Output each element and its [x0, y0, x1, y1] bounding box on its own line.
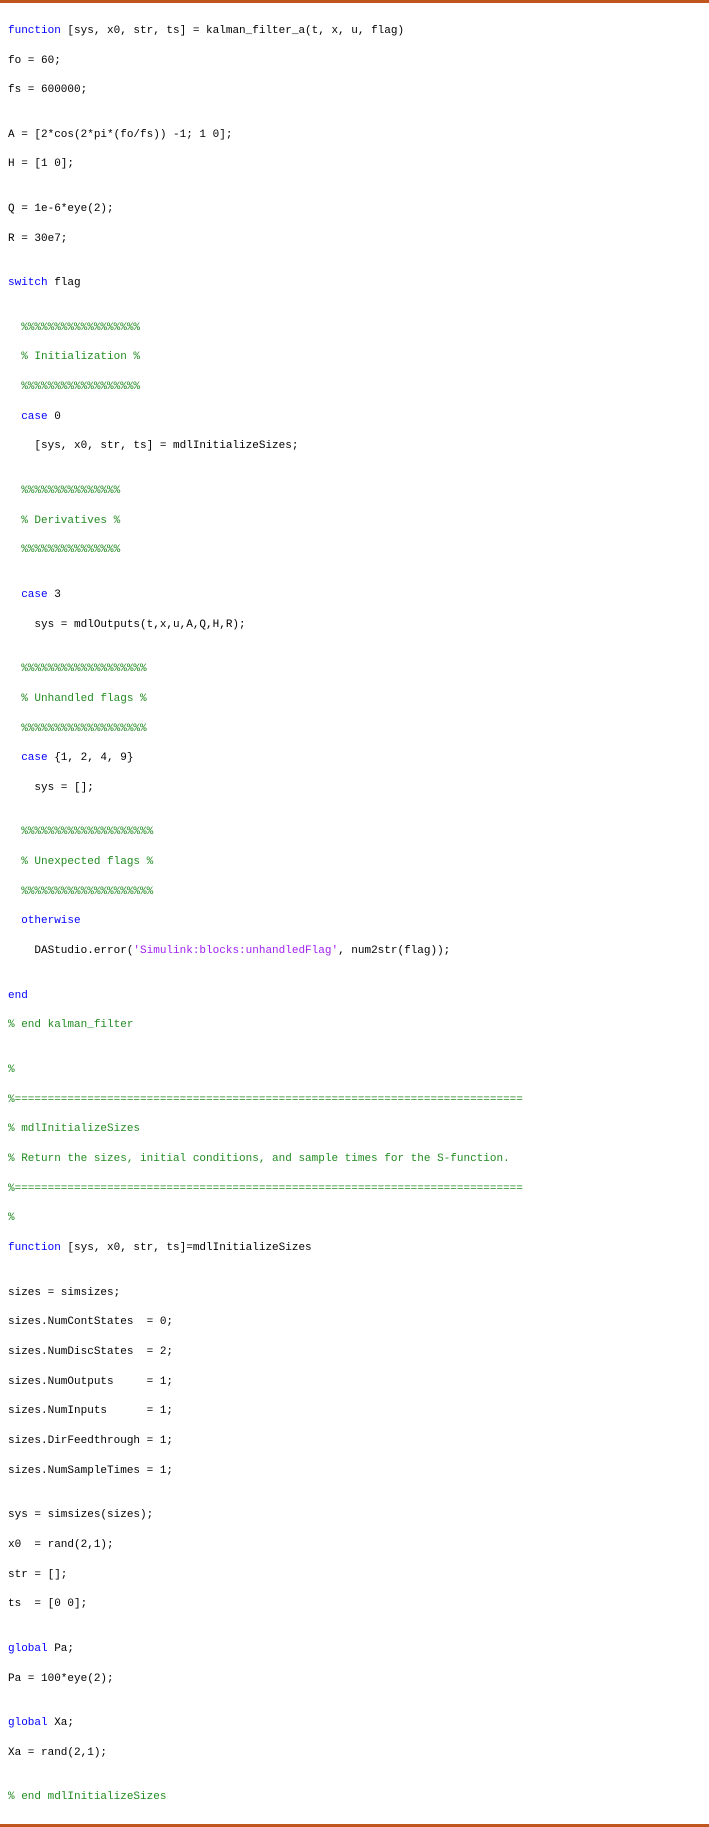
- code-line: global Xa;: [8, 1716, 701, 1731]
- code-line: otherwise: [8, 914, 701, 929]
- comment-line: % mdlInitializeSizes: [8, 1122, 701, 1137]
- keyword-function: function: [8, 25, 61, 37]
- code-line: sys = [];: [8, 781, 701, 796]
- code-line: ts = [0 0];: [8, 1597, 701, 1612]
- comment-line: %%%%%%%%%%%%%%%%%%%: [8, 722, 701, 737]
- comment-line: % end mdlInitializeSizes: [8, 1790, 701, 1805]
- comment-line: %: [8, 1063, 701, 1078]
- code-text: [sys, x0, str, ts]=mdlInitializeSizes: [61, 1242, 312, 1254]
- code-text: {1, 2, 4, 9}: [48, 752, 134, 764]
- code-indent: [8, 411, 21, 423]
- keyword-function: function: [8, 1242, 61, 1254]
- code-line: Q = 1e-6*eye(2);: [8, 202, 701, 217]
- code-line: Xa = rand(2,1);: [8, 1746, 701, 1761]
- code-text: 3: [48, 589, 61, 601]
- code-line: case 0: [8, 410, 701, 425]
- code-line: sizes.NumInputs = 1;: [8, 1404, 701, 1419]
- code-line: sizes.NumContStates = 0;: [8, 1315, 701, 1330]
- code-indent: [8, 589, 21, 601]
- comment-line: %%%%%%%%%%%%%%%%%%%%: [8, 825, 701, 840]
- code-line: A = [2*cos(2*pi*(fo/fs)) -1; 1 0];: [8, 128, 701, 143]
- comment-line: %%%%%%%%%%%%%%%%%%: [8, 380, 701, 395]
- code-line: Pa = 100*eye(2);: [8, 1672, 701, 1687]
- code-line: [sys, x0, str, ts] = mdlInitializeSizes;: [8, 439, 701, 454]
- keyword-case: case: [21, 411, 47, 423]
- comment-line: % Derivatives %: [8, 514, 701, 529]
- code-line: case 3: [8, 588, 701, 603]
- string-literal: 'Simulink:blocks:unhandledFlag': [133, 945, 338, 957]
- code-line: sizes = simsizes;: [8, 1286, 701, 1301]
- code-line: sys = simsizes(sizes);: [8, 1508, 701, 1523]
- keyword-otherwise: otherwise: [21, 915, 80, 927]
- comment-line: % end kalman_filter: [8, 1018, 701, 1033]
- code-line: function [sys, x0, str, ts]=mdlInitializ…: [8, 1241, 701, 1256]
- code-text: flag: [48, 277, 81, 289]
- code-line: fs = 600000;: [8, 83, 701, 98]
- keyword-case: case: [21, 589, 47, 601]
- code-line: function [sys, x0, str, ts] = kalman_fil…: [8, 24, 701, 39]
- code-line: sys = mdlOutputs(t,x,u,A,Q,H,R);: [8, 618, 701, 633]
- code-line: sizes.NumSampleTimes = 1;: [8, 1464, 701, 1479]
- code-text: 0: [48, 411, 61, 423]
- code-line: DAStudio.error('Simulink:blocks:unhandle…: [8, 944, 701, 959]
- comment-line: % Unexpected flags %: [8, 855, 701, 870]
- code-line: sizes.DirFeedthrough = 1;: [8, 1434, 701, 1449]
- code-text: , num2str(flag));: [338, 945, 450, 957]
- code-line: switch flag: [8, 276, 701, 291]
- code-line: sizes.NumOutputs = 1;: [8, 1375, 701, 1390]
- code-line: sizes.NumDiscStates = 2;: [8, 1345, 701, 1360]
- comment-line: %: [8, 1211, 701, 1226]
- code-indent: [8, 752, 21, 764]
- code-text: [sys, x0, str, ts] = kalman_filter_a(t, …: [61, 25, 404, 37]
- comment-line: %%%%%%%%%%%%%%%: [8, 484, 701, 499]
- code-line: fo = 60;: [8, 54, 701, 69]
- comment-line: %%%%%%%%%%%%%%%%%%: [8, 321, 701, 336]
- comment-line: %=======================================…: [8, 1093, 701, 1108]
- code-line: global Pa;: [8, 1642, 701, 1657]
- comment-line: %%%%%%%%%%%%%%%%%%%%: [8, 885, 701, 900]
- code-text: Pa;: [48, 1643, 74, 1655]
- comment-line: % Return the sizes, initial conditions, …: [8, 1152, 701, 1167]
- keyword-end: end: [8, 989, 701, 1004]
- keyword-global: global: [8, 1717, 48, 1729]
- comment-line: %%%%%%%%%%%%%%%%%%%: [8, 662, 701, 677]
- code-block: function [sys, x0, str, ts] = kalman_fil…: [0, 0, 709, 1827]
- code-text: Xa;: [48, 1717, 74, 1729]
- comment-line: %%%%%%%%%%%%%%%: [8, 543, 701, 558]
- keyword-global: global: [8, 1643, 48, 1655]
- code-line: x0 = rand(2,1);: [8, 1538, 701, 1553]
- code-line: H = [1 0];: [8, 157, 701, 172]
- keyword-case: case: [21, 752, 47, 764]
- code-indent: [8, 915, 21, 927]
- comment-line: % Initialization %: [8, 350, 701, 365]
- comment-line: % Unhandled flags %: [8, 692, 701, 707]
- keyword-switch: switch: [8, 277, 48, 289]
- comment-line: %=======================================…: [8, 1182, 701, 1197]
- code-line: case {1, 2, 4, 9}: [8, 751, 701, 766]
- code-text: DAStudio.error(: [8, 945, 133, 957]
- code-line: str = [];: [8, 1568, 701, 1583]
- code-line: R = 30e7;: [8, 232, 701, 247]
